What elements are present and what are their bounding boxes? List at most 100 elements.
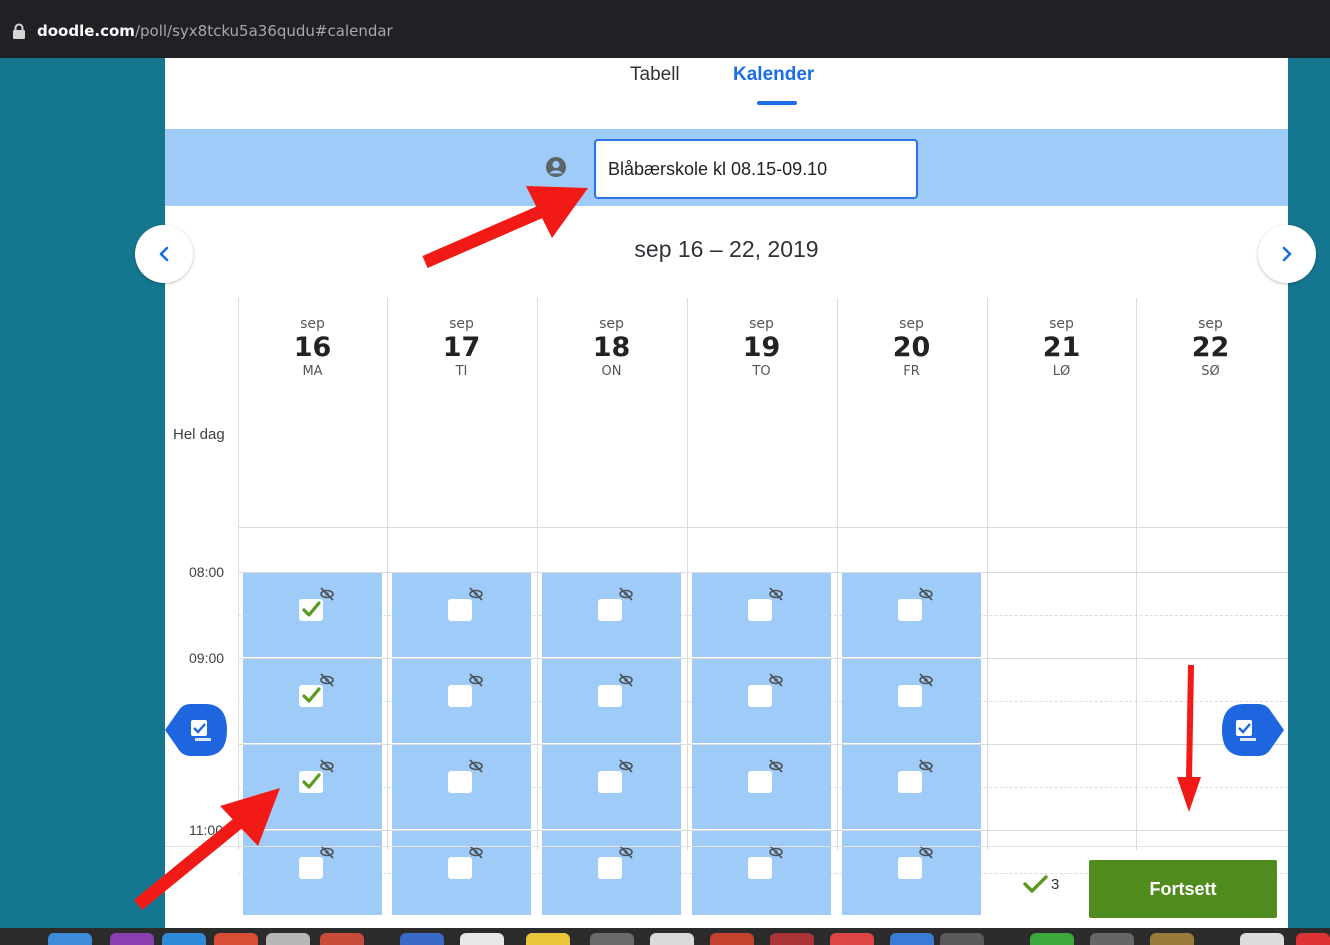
time-slot[interactable] <box>243 573 382 657</box>
calendar-grid: Hel dag sep 16 MA sep 17 TI sep 18 ON sep 19 TO sep 2… <box>165 298 1288 915</box>
column-divider <box>1136 298 1137 850</box>
column-divider <box>387 298 388 850</box>
day-header-weekday: MA <box>302 364 323 379</box>
day-header-date: 21 <box>1042 332 1081 363</box>
day-header-weekday: TI <box>455 364 468 379</box>
eye-slash-icon <box>320 587 334 601</box>
eye-slash-icon <box>469 759 483 773</box>
day-header-date: 22 <box>1191 332 1230 363</box>
participant-name-bar <box>165 129 1288 206</box>
tab-kalender[interactable]: Kalender <box>733 64 814 86</box>
day-header-month: sep <box>300 316 325 332</box>
time-slot[interactable] <box>692 659 831 743</box>
time-slot[interactable] <box>392 659 531 743</box>
chevron-right-icon <box>1282 246 1292 262</box>
time-slot[interactable] <box>842 573 981 657</box>
eye-slash-icon <box>619 759 633 773</box>
time-slot[interactable] <box>542 573 681 657</box>
calendar-connect-tab-right[interactable] <box>1222 704 1284 756</box>
day-header-date: 16 <box>293 332 332 363</box>
time-slot[interactable] <box>243 831 382 915</box>
eye-slash-icon <box>469 673 483 687</box>
active-tab-indicator <box>757 101 797 105</box>
calendar-connect-tab-left[interactable] <box>165 704 227 756</box>
chevron-left-icon <box>159 246 169 262</box>
time-label: 11:00 <box>189 822 223 838</box>
eye-slash-icon <box>320 673 334 687</box>
time-slot[interactable] <box>542 745 681 829</box>
calendar-check-icon <box>165 704 227 756</box>
eye-slash-icon <box>919 759 933 773</box>
hour-line <box>238 527 1288 528</box>
day-header-weekday: FR <box>903 364 920 379</box>
continue-button[interactable]: Fortsett <box>1089 860 1277 918</box>
eye-slash-icon <box>320 845 334 859</box>
lock-icon <box>13 23 25 39</box>
eye-slash-icon <box>619 587 633 601</box>
day-header-weekday: SØ <box>1201 364 1220 379</box>
time-slot[interactable] <box>392 573 531 657</box>
day-header-date: 20 <box>892 332 931 363</box>
poll-card: Tabell Kalender sep 16 – 22, 2019 Hel da… <box>165 58 1288 928</box>
day-header: sep 19 TO <box>687 316 836 379</box>
time-label: 08:00 <box>189 564 225 580</box>
calendar-check-icon <box>1222 704 1284 756</box>
eye-slash-icon <box>769 673 783 687</box>
url-host: doodle.com <box>37 22 135 40</box>
eye-slash-icon <box>919 673 933 687</box>
time-slot[interactable] <box>243 659 382 743</box>
eye-slash-icon <box>469 845 483 859</box>
time-slot[interactable] <box>842 745 981 829</box>
time-label: 09:00 <box>189 650 225 666</box>
time-slot[interactable] <box>542 659 681 743</box>
time-slot[interactable] <box>692 831 831 915</box>
day-header: sep 20 FR <box>837 316 986 379</box>
column-divider <box>537 298 538 850</box>
day-header: sep 17 TI <box>387 316 536 379</box>
time-slot[interactable] <box>392 745 531 829</box>
next-week-button[interactable] <box>1258 225 1316 283</box>
eye-slash-icon <box>769 587 783 601</box>
day-header-month: sep <box>899 316 924 332</box>
day-header-month: sep <box>1049 316 1074 332</box>
time-slot[interactable] <box>692 573 831 657</box>
day-header-weekday: ON <box>601 364 622 379</box>
day-header-weekday: LØ <box>1052 364 1071 379</box>
eye-slash-icon <box>619 673 633 687</box>
time-slot[interactable] <box>392 831 531 915</box>
day-header: sep 22 SØ <box>1136 316 1285 379</box>
browser-url-bar[interactable]: doodle.com/poll/syx8tcku5a36qudu#calenda… <box>0 0 1330 58</box>
column-divider <box>687 298 688 850</box>
time-slot[interactable] <box>243 745 382 829</box>
day-header: sep 18 ON <box>537 316 686 379</box>
eye-slash-icon <box>469 587 483 601</box>
participant-name-input[interactable] <box>594 139 918 199</box>
eye-slash-icon <box>769 759 783 773</box>
all-day-label: Hel dag <box>173 426 225 443</box>
day-header-date: 17 <box>442 332 481 363</box>
footer-divider <box>165 846 1288 847</box>
check-icon <box>1023 875 1048 893</box>
time-slot[interactable] <box>692 745 831 829</box>
selected-count: 3 <box>1022 874 1059 894</box>
user-icon <box>546 157 566 177</box>
time-slot[interactable] <box>842 831 981 915</box>
day-header: sep 16 MA <box>238 316 387 379</box>
tab-tabell[interactable]: Tabell <box>630 64 680 86</box>
day-header-weekday: TO <box>752 364 771 379</box>
day-header-month: sep <box>1198 316 1223 332</box>
eye-slash-icon <box>919 587 933 601</box>
eye-slash-icon <box>320 759 334 773</box>
week-date-range: sep 16 – 22, 2019 <box>634 236 819 262</box>
selected-count-value: 3 <box>1051 875 1060 893</box>
url-path: /poll/syx8tcku5a36qudu#calendar <box>134 22 393 40</box>
day-header-date: 19 <box>742 332 781 363</box>
column-divider <box>238 298 239 850</box>
column-divider <box>987 298 988 850</box>
time-slot[interactable] <box>542 831 681 915</box>
previous-week-button[interactable] <box>135 225 193 283</box>
time-slot[interactable] <box>842 659 981 743</box>
column-divider <box>837 298 838 850</box>
eye-slash-icon <box>919 845 933 859</box>
day-header: sep 21 LØ <box>987 316 1136 379</box>
